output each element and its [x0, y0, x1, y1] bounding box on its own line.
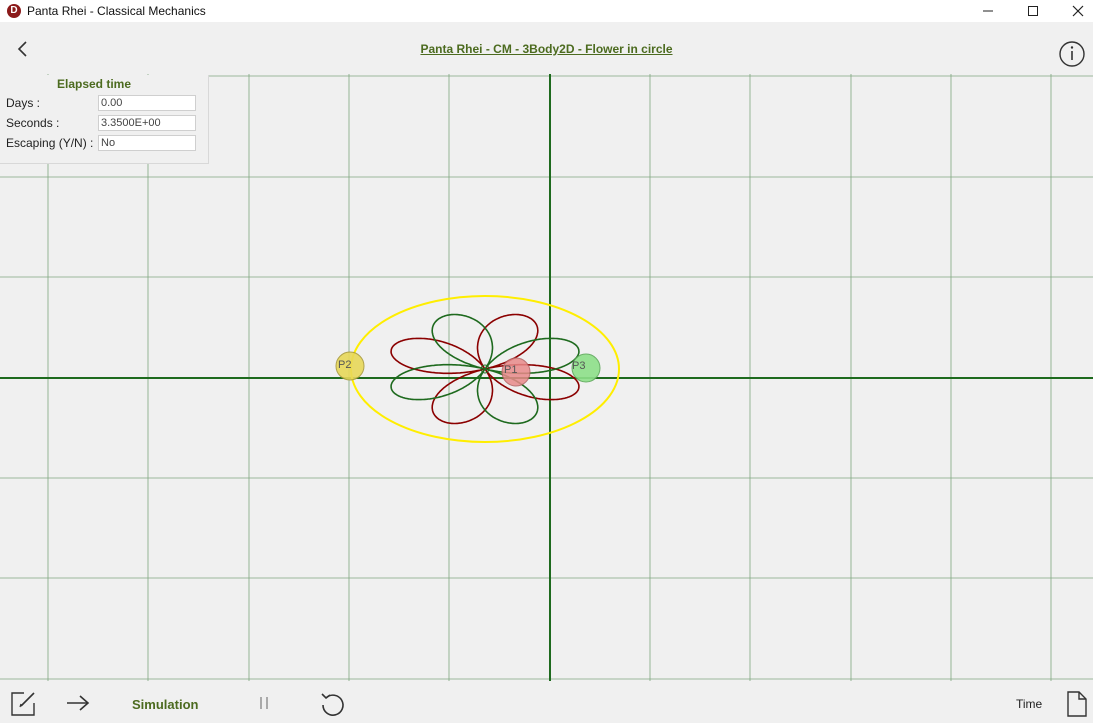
document-icon: [1067, 691, 1087, 717]
days-field[interactable]: 0.00: [98, 95, 196, 111]
reset-icon: [321, 693, 344, 716]
elapsed-time-title: Elapsed time: [56, 77, 132, 91]
body-p3[interactable]: P3: [571, 353, 601, 383]
minimize-button[interactable]: [965, 0, 1011, 22]
maximize-button[interactable]: [1010, 0, 1056, 22]
pause-button[interactable]: [256, 694, 272, 717]
minimize-icon: [983, 10, 993, 12]
app-logo-icon: [7, 4, 21, 18]
seconds-label: Seconds :: [6, 116, 60, 130]
arrow-right-icon: [67, 695, 90, 711]
close-icon: [1072, 5, 1084, 17]
bottom-toolbar: Simulation Time: [0, 684, 1093, 721]
seconds-field[interactable]: 3.3500E+00: [98, 115, 196, 131]
body-p1[interactable]: P1: [501, 357, 531, 387]
time-button[interactable]: Time: [1016, 697, 1042, 711]
simulation-button[interactable]: Simulation: [132, 697, 198, 712]
body-p3-label: P3: [572, 360, 585, 372]
info-icon: [1059, 41, 1085, 67]
days-label: Days :: [6, 96, 41, 110]
edit-button[interactable]: [10, 690, 36, 721]
maximize-icon: [1028, 6, 1038, 16]
body-p1-label: P1: [504, 364, 517, 376]
document-button[interactable]: [1066, 690, 1088, 723]
body-p2[interactable]: P2: [335, 351, 365, 381]
close-button[interactable]: [1055, 0, 1093, 22]
pause-icon: [260, 697, 268, 709]
body-p2-label: P2: [338, 359, 351, 371]
header: Panta Rhei - CM - 3Body2D - Flower in ci…: [0, 22, 1093, 74]
title-bar: Panta Rhei - Classical Mechanics: [0, 0, 1093, 22]
simulation-canvas[interactable]: P1 P2 P3: [0, 74, 1093, 684]
page-title[interactable]: Panta Rhei - CM - 3Body2D - Flower in ci…: [0, 42, 1093, 56]
escaping-label: Escaping (Y/N) :: [6, 136, 94, 150]
elapsed-time-panel: Elapsed time Days : 0.00 Seconds : 3.350…: [0, 75, 209, 164]
window-title: Panta Rhei - Classical Mechanics: [27, 4, 206, 18]
info-button[interactable]: [1058, 40, 1086, 68]
reset-button[interactable]: [319, 691, 347, 722]
edit-icon: [11, 692, 35, 716]
next-button[interactable]: [65, 692, 91, 719]
escaping-field[interactable]: No: [98, 135, 196, 151]
